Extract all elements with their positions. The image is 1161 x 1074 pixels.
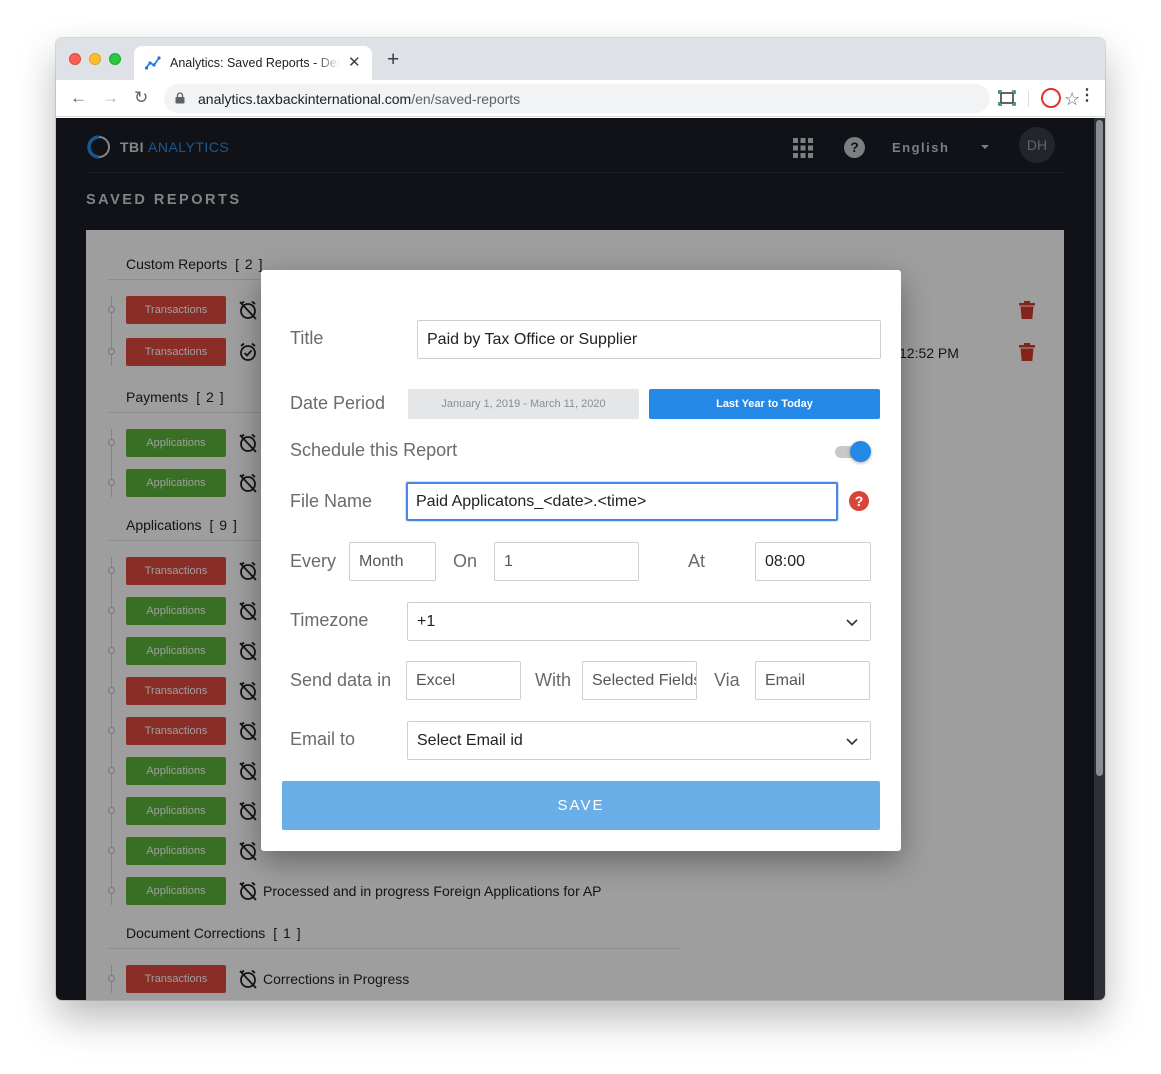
app-viewport: TBI ANALYTICS ? English DH SAVED REPORTS… <box>56 118 1094 1000</box>
url-text: analytics.taxbackinternational.com/en/sa… <box>198 91 520 107</box>
back-icon[interactable]: ← <box>70 89 87 106</box>
date-range-option[interactable]: January 1, 2019 - March 11, 2020 <box>408 389 639 419</box>
time-input[interactable]: 08:00 <box>755 542 871 581</box>
bookmark-star-icon[interactable]: ☆ <box>1064 89 1080 110</box>
fields-input[interactable]: Selected Fields <box>582 661 697 700</box>
delivery-input[interactable]: Email <box>755 661 870 700</box>
with-label: With <box>535 670 571 690</box>
reload-icon[interactable]: ↻ <box>134 89 148 106</box>
browser-toolbar: ← → ↻ analytics.taxbackinternational.com… <box>56 80 1105 117</box>
format-input[interactable]: Excel <box>406 661 521 700</box>
opera-extension-icon[interactable] <box>1041 88 1061 108</box>
file-name-label: File Name <box>290 491 373 511</box>
page-scrollbar[interactable] <box>1094 118 1105 1000</box>
analytics-favicon-icon <box>145 56 161 70</box>
close-window-button[interactable] <box>69 53 81 65</box>
via-label: Via <box>714 670 740 690</box>
url-host: analytics.taxbackinternational.com <box>198 91 412 107</box>
more-menu-icon[interactable]: ⋮ <box>1079 88 1095 104</box>
lock-icon <box>175 92 185 104</box>
new-tab-button[interactable]: + <box>387 49 399 70</box>
on-day-input[interactable]: 1 <box>494 542 639 581</box>
title-label: Title <box>290 328 324 348</box>
title-input[interactable]: Paid by Tax Office or Supplier <box>417 320 881 359</box>
tab-title: Analytics: Saved Reports - Demo <box>170 56 340 70</box>
chevron-down-icon <box>846 619 858 627</box>
tab-close-icon[interactable]: ✕ <box>348 53 361 71</box>
on-label: On <box>453 551 478 571</box>
forward-icon[interactable]: → <box>102 89 119 106</box>
chevron-down-icon <box>846 738 858 746</box>
file-name-input[interactable]: Paid Applicatons_<date>.<time> <box>406 482 838 521</box>
minimize-window-button[interactable] <box>89 53 101 65</box>
timezone-select[interactable]: +1 <box>407 602 871 641</box>
tab-strip: Analytics: Saved Reports - Demo ✕ + <box>56 38 1105 80</box>
last-year-to-today-option[interactable]: Last Year to Today <box>649 389 880 419</box>
save-button[interactable]: SAVE <box>282 781 880 830</box>
timezone-label: Timezone <box>290 610 369 630</box>
schedule-label: Schedule this Report <box>290 440 458 460</box>
every-input[interactable]: Month <box>349 542 436 581</box>
timezone-value: +1 <box>417 613 436 630</box>
at-label: At <box>688 551 706 571</box>
schedule-report-modal: Title Paid by Tax Office or Supplier Dat… <box>261 270 901 851</box>
email-select[interactable]: Select Email id <box>407 721 871 760</box>
send-data-label: Send data in <box>290 670 392 690</box>
scrollbar-thumb[interactable] <box>1096 120 1103 776</box>
browser-window: Analytics: Saved Reports - Demo ✕ + ← → … <box>56 38 1105 1000</box>
maximize-window-button[interactable] <box>109 53 121 65</box>
email-to-label: Email to <box>290 729 356 749</box>
screen-capture-icon[interactable] <box>998 90 1016 106</box>
toggle-knob <box>850 441 871 462</box>
date-period-label: Date Period <box>290 393 386 413</box>
browser-tab[interactable]: Analytics: Saved Reports - Demo ✕ <box>134 46 372 80</box>
address-bar[interactable]: analytics.taxbackinternational.com/en/sa… <box>164 84 1080 113</box>
file-name-help-icon[interactable]: ? <box>849 491 869 511</box>
every-label: Every <box>290 551 337 571</box>
url-path: /en/saved-reports <box>411 91 521 107</box>
schedule-toggle[interactable] <box>834 440 871 464</box>
email-value: Select Email id <box>417 732 523 749</box>
